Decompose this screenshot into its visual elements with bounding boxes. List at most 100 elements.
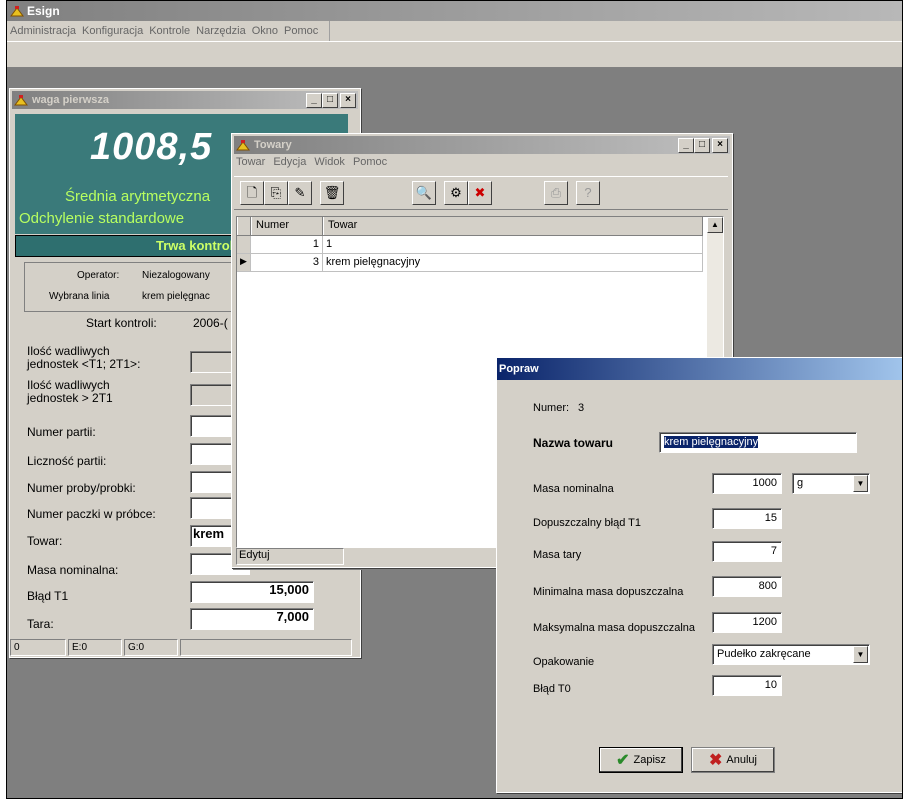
waga-statusbar: 0 E:0 G:0 xyxy=(10,639,358,657)
close-button[interactable]: × xyxy=(340,93,356,108)
packaging-select[interactable]: Pudełko zakręcane ▼ xyxy=(712,644,870,665)
app-toolstrip xyxy=(7,42,902,68)
row-pointer-icon: ▶ xyxy=(237,254,251,272)
status-cell-g: G:0 xyxy=(124,639,178,656)
new-doc-icon[interactable]: 🗋 xyxy=(240,181,264,205)
package-no-label: Numer paczki w próbce: xyxy=(27,507,156,521)
menu-pomoc[interactable]: Pomoc xyxy=(281,25,321,37)
nominal-mass-input[interactable]: 1000 xyxy=(712,473,782,494)
chevron-down-icon[interactable]: ▼ xyxy=(853,475,868,492)
defects1-label-b: jednostek <T1; 2T1>: xyxy=(27,357,141,371)
grid-header-indicator xyxy=(237,217,251,235)
tare-label: Masa tary xyxy=(533,549,582,561)
minimize-button[interactable]: _ xyxy=(306,93,322,108)
unit-select[interactable]: g ▼ xyxy=(792,473,870,494)
chevron-down-icon[interactable]: ▼ xyxy=(853,646,868,663)
max-mass-label: Maksymalna masa dopuszczalna xyxy=(533,622,696,634)
status-cell-0: 0 xyxy=(10,639,66,656)
app-title: Esign xyxy=(27,4,60,18)
t0-label: Błąd T0 xyxy=(533,683,571,695)
x-icon: ✖ xyxy=(709,752,723,769)
towary-titlebar[interactable]: Towary _ □ × xyxy=(234,136,730,154)
waga-titlebar[interactable]: waga pierwsza _ □ × xyxy=(12,91,358,109)
mean-label: Średnia arytmetyczna xyxy=(65,188,211,205)
menu-konfiguracja[interactable]: Konfiguracja xyxy=(79,25,146,37)
column-header-numer[interactable]: Numer xyxy=(251,217,323,235)
batch-no-label: Numer partii: xyxy=(27,425,96,439)
menu-towar[interactable]: Towar xyxy=(236,156,265,168)
line-value: krem pielęgnac xyxy=(142,291,210,302)
cell-numer: 1 xyxy=(251,236,323,254)
defects2-label-b: jednostek > 2T1 xyxy=(27,391,113,405)
menu-narzedzia[interactable]: Narzędzia xyxy=(193,25,249,37)
copy-doc-icon[interactable]: ⎘ xyxy=(264,181,288,205)
table-row[interactable]: ▶ 3 krem pielęgnacyjny xyxy=(237,254,703,272)
product-name-input[interactable]: krem pielęgnacyjny xyxy=(659,432,857,453)
menu-widok[interactable]: Widok xyxy=(314,156,345,168)
numer-value: 3 xyxy=(578,402,585,414)
cell-towar: krem pielęgnacyjny xyxy=(323,254,703,272)
window-logo-icon xyxy=(14,94,28,106)
max-mass-input[interactable]: 1200 xyxy=(712,612,782,633)
menu-kontrole[interactable]: Kontrole xyxy=(146,25,193,37)
maximize-button[interactable]: □ xyxy=(694,138,710,153)
nominal-mass-label: Masa nominalna xyxy=(533,483,614,495)
edit-doc-icon[interactable]: ✎ xyxy=(288,181,312,205)
min-mass-label: Minimalna masa dopuszczalna xyxy=(533,586,684,598)
product-label: Towar: xyxy=(27,534,63,548)
checkmark-icon: ✔ xyxy=(616,752,630,769)
control-status-text: Trwa kontrola xyxy=(156,238,241,253)
t1-label: Dopuszczalny błąd T1 xyxy=(533,517,642,529)
batch-size-label: Liczność partii: xyxy=(27,454,107,468)
weight-value: 1008,5 xyxy=(90,126,213,168)
stddev-label: Odchylenie standardowe xyxy=(19,210,185,227)
menu-edycja[interactable]: Edycja xyxy=(273,156,306,168)
app-menubar: Administracja Konfiguracja Kontrole Narz… xyxy=(7,21,902,42)
status-cell-e: E:0 xyxy=(68,639,122,656)
operator-value: Niezalogowany xyxy=(142,270,210,281)
table-row[interactable]: 1 1 xyxy=(237,236,703,254)
cell-numer: 3 xyxy=(251,254,323,272)
error-t1-field[interactable]: 15,000 xyxy=(190,581,314,603)
waga-title: waga pierwsza xyxy=(32,94,110,106)
cancel-button-label: Anuluj xyxy=(726,754,757,766)
close-button[interactable]: × xyxy=(712,138,728,153)
cancel-button[interactable]: ✖ Anuluj xyxy=(691,747,775,773)
menu-okno[interactable]: Okno xyxy=(249,25,281,37)
unit-value: g xyxy=(797,477,804,489)
numer-label: Numer: xyxy=(533,402,570,414)
t1-input[interactable]: 15 xyxy=(712,508,782,529)
min-mass-input[interactable]: 800 xyxy=(712,576,782,597)
minimize-button[interactable]: _ xyxy=(678,138,694,153)
column-header-towar[interactable]: Towar xyxy=(323,217,703,235)
tare-label: Tara: xyxy=(27,617,54,631)
towary-title: Towary xyxy=(254,139,292,151)
find-icon[interactable]: 🔍 xyxy=(412,181,436,205)
app-titlebar: Esign xyxy=(7,1,902,21)
help-icon[interactable]: ? xyxy=(576,181,600,205)
towary-menubar: Towar Edycja Widok Pomoc xyxy=(236,156,387,168)
sample-no-label: Numer proby/probki: xyxy=(27,481,136,495)
product-name-label: Nazwa towaru xyxy=(533,436,614,450)
save-button[interactable]: ✔ Zapisz xyxy=(599,747,683,773)
clear-filter-icon[interactable]: ✖ xyxy=(468,181,492,205)
print-icon[interactable]: ⎙ xyxy=(544,181,568,205)
scroll-up-icon[interactable]: ▲ xyxy=(707,217,723,233)
app-logo-icon xyxy=(10,5,24,17)
popraw-titlebar[interactable]: Popraw xyxy=(497,358,902,380)
menu-administracja[interactable]: Administracja xyxy=(7,25,79,37)
menu-pomoc[interactable]: Pomoc xyxy=(353,156,387,168)
filter-icon[interactable]: ⚙ xyxy=(444,181,468,205)
defects1-label: Ilość wadliwych jednostek <T1; 2T1>: xyxy=(27,345,140,371)
t0-input[interactable]: 10 xyxy=(712,675,782,696)
tare-field[interactable]: 7,000 xyxy=(190,608,314,630)
popraw-title: Popraw xyxy=(499,363,539,375)
window-logo-icon xyxy=(236,139,250,151)
tare-input[interactable]: 7 xyxy=(712,541,782,562)
delete-icon[interactable]: 🗑 xyxy=(320,181,344,205)
maximize-button[interactable]: □ xyxy=(322,93,338,108)
operator-label: Operator: xyxy=(77,270,120,281)
error-t1-label: Błąd T1 xyxy=(27,589,69,603)
defects1-label-a: Ilość wadliwych xyxy=(27,344,110,358)
start-label: Start kontroli: xyxy=(86,316,157,330)
